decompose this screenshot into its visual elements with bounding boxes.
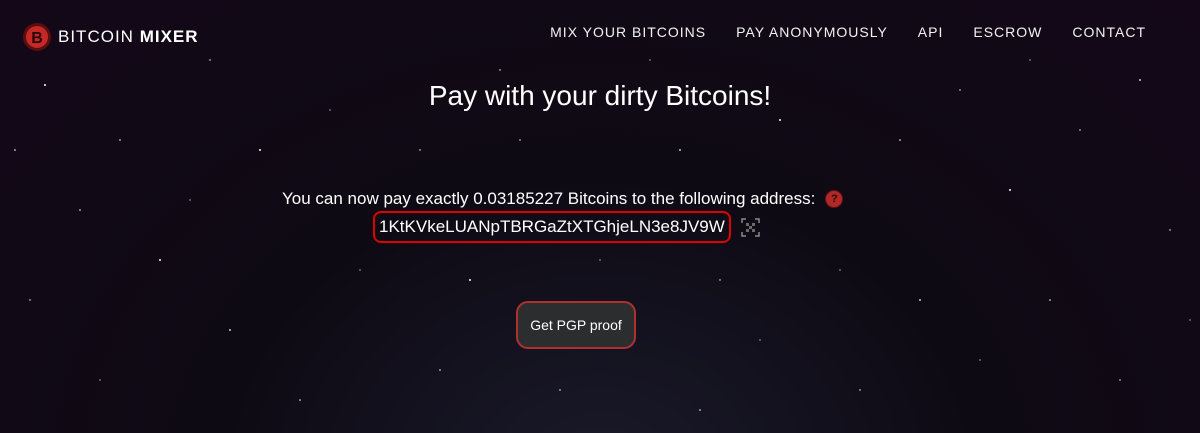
page-title: Pay with your dirty Bitcoins! [428,80,772,111]
get-pgp-proof-button[interactable]: Get PGP proof [516,301,636,349]
bitcoin-address[interactable]: 1KtKVkeLUANpTBRGaZtXTGhjeLN3e8JV9W [373,211,731,243]
payment-instruction-text: You can now pay exactly 0.03185227 Bitco… [282,189,816,208]
nav-mix-your-bitcoins[interactable]: MIX YOUR BITCOINS [550,24,706,40]
payment-instruction: You can now pay exactly 0.03185227 Bitco… [282,189,844,209]
nav-escrow[interactable]: ESCROW [973,24,1042,40]
address-row: 1KtKVkeLUANpTBRGaZtXTGhjeLN3e8JV9W [373,211,760,243]
bitcoin-logo-icon: B [23,23,51,51]
svg-text:B: B [31,30,43,47]
help-icon[interactable]: ? [825,190,844,208]
nav-api[interactable]: API [918,24,944,40]
nav-contact[interactable]: CONTACT [1072,24,1146,40]
qr-code-icon[interactable] [741,217,760,237]
brand-name: BITCOIN MIXER [58,27,199,46]
brand-logo[interactable]: B BITCOIN MIXER [22,22,199,52]
nav-pay-anonymously[interactable]: PAY ANONYMOUSLY [736,24,888,40]
main-nav: MIX YOUR BITCOINS PAY ANONYMOUSLY API ES… [550,24,1146,40]
